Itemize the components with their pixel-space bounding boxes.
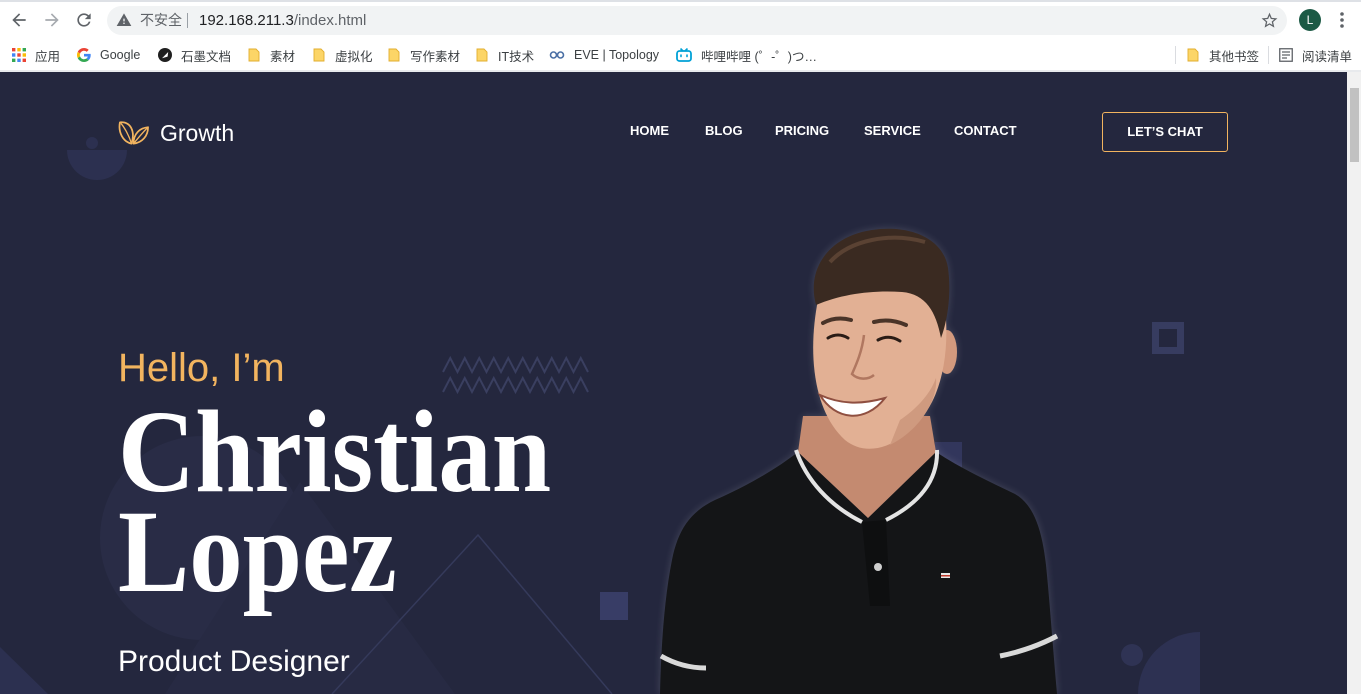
portrait-head bbox=[813, 228, 957, 449]
apps-grid-icon bbox=[12, 48, 26, 62]
scrollbar-thumb[interactable] bbox=[1350, 88, 1359, 162]
forward-button[interactable] bbox=[40, 8, 64, 32]
more-vertical-icon[interactable] bbox=[1334, 10, 1350, 30]
page-scrollbar[interactable] bbox=[1347, 72, 1361, 694]
security-label[interactable]: 不安全 bbox=[140, 6, 182, 35]
nav-home[interactable]: HOME bbox=[630, 122, 669, 140]
bookmark-label: 阅读清单 bbox=[1302, 49, 1353, 64]
tab-strip-edge bbox=[0, 0, 1361, 2]
eve-topology-icon bbox=[549, 51, 565, 59]
reading-list-icon bbox=[1279, 48, 1293, 62]
shimo-icon bbox=[158, 48, 172, 62]
bookmark-folder-virtualization[interactable]: 虚拟化 bbox=[312, 41, 373, 69]
back-button[interactable] bbox=[7, 8, 31, 32]
nav-service[interactable]: SERVICE bbox=[864, 122, 921, 140]
bookmark-label: 素材 bbox=[270, 49, 296, 64]
bookmark-folder-it[interactable]: IT技术 bbox=[475, 41, 534, 69]
lets-chat-button[interactable]: LET’S CHAT bbox=[1102, 112, 1228, 152]
folder-icon bbox=[248, 48, 260, 62]
url-host: 192.168.211.3 bbox=[199, 12, 294, 29]
folder-icon bbox=[1187, 48, 1199, 62]
bookmark-folder-sucai[interactable]: 素材 bbox=[247, 41, 295, 69]
bookmarks-bar: 应用 Google 石墨文档 素材 虚拟化 写作素材 IT技术 EVE | To… bbox=[0, 40, 1361, 70]
nav-pricing[interactable]: PRICING bbox=[775, 122, 829, 140]
folder-icon bbox=[476, 48, 488, 62]
hero-role: Product Designer bbox=[118, 645, 350, 678]
browser-chrome: 不安全 192.168.211.3/index.html L 应用 Google bbox=[0, 0, 1361, 72]
hero-name-last: Lopez bbox=[118, 486, 397, 617]
bookmark-label: 哔哩哔哩 (゜-゜)つ… bbox=[701, 49, 817, 64]
bookmark-folder-writing[interactable]: 写作素材 bbox=[387, 41, 460, 69]
web-page: Growth HOME BLOG PRICING SERVICE CONTACT… bbox=[0, 72, 1347, 694]
bookmark-label: EVE | Topology bbox=[574, 48, 660, 62]
folder-icon bbox=[388, 48, 400, 62]
warning-icon[interactable] bbox=[116, 12, 132, 28]
leaf-icon bbox=[118, 121, 149, 145]
arrow-left-icon bbox=[12, 13, 26, 27]
bookmark-eve-topology[interactable]: EVE | Topology bbox=[549, 41, 659, 69]
arrow-right-icon bbox=[45, 13, 59, 27]
bookmark-label: 应用 bbox=[35, 49, 61, 64]
address-separator bbox=[187, 13, 188, 28]
bookmark-other-bookmarks[interactable]: 其他书签 bbox=[1186, 41, 1259, 69]
reload-button[interactable] bbox=[72, 8, 96, 32]
bookmark-shimo[interactable]: 石墨文档 bbox=[158, 41, 231, 69]
reading-list-button[interactable]: 阅读清单 bbox=[1279, 41, 1352, 69]
bookmark-bilibili[interactable]: 哔哩哔哩 (゜-゜)つ… bbox=[676, 41, 817, 69]
url-path: /index.html bbox=[293, 12, 367, 29]
google-icon bbox=[77, 48, 91, 62]
decor-square-outline bbox=[1152, 322, 1184, 354]
logo-text: Growth bbox=[160, 119, 235, 146]
bookmark-label: 虚拟化 bbox=[335, 49, 373, 64]
bookmark-label: 写作素材 bbox=[410, 49, 461, 64]
hero-name: Christian Lopez bbox=[118, 393, 551, 617]
bookmark-label: IT技术 bbox=[498, 49, 535, 64]
url-text[interactable]: 192.168.211.3/index.html bbox=[199, 6, 366, 35]
bilibili-icon bbox=[676, 48, 692, 62]
star-icon[interactable] bbox=[1260, 11, 1279, 30]
bookmark-google[interactable]: Google bbox=[77, 41, 140, 69]
decor-zigzag bbox=[442, 355, 589, 375]
decor-triangle-shade bbox=[0, 647, 48, 694]
site-logo[interactable]: Growth bbox=[118, 118, 234, 148]
decor-small-circle bbox=[1121, 644, 1143, 666]
decor-square bbox=[600, 592, 628, 620]
nav-blog[interactable]: BLOG bbox=[705, 122, 743, 140]
reload-icon bbox=[77, 13, 91, 27]
nav-contact[interactable]: CONTACT bbox=[954, 122, 1017, 140]
bookmark-label: 其他书签 bbox=[1209, 49, 1260, 64]
profile-avatar[interactable]: L bbox=[1299, 9, 1321, 31]
hero-greeting: Hello, I’m bbox=[118, 346, 285, 390]
address-bar[interactable]: 不安全 192.168.211.3/index.html bbox=[107, 6, 1287, 35]
bookmarks-separator bbox=[1175, 46, 1176, 64]
decor-dot bbox=[86, 137, 98, 149]
folder-icon bbox=[313, 48, 325, 62]
bookmark-label: Google bbox=[100, 48, 141, 62]
bookmark-label: 石墨文档 bbox=[181, 49, 232, 64]
bookmarks-separator bbox=[1268, 46, 1269, 64]
bookmark-apps[interactable]: 应用 bbox=[12, 41, 60, 69]
decor-half-circle bbox=[67, 150, 127, 180]
hero-portrait bbox=[659, 228, 1059, 694]
decor-quarter-circle bbox=[1138, 632, 1200, 694]
